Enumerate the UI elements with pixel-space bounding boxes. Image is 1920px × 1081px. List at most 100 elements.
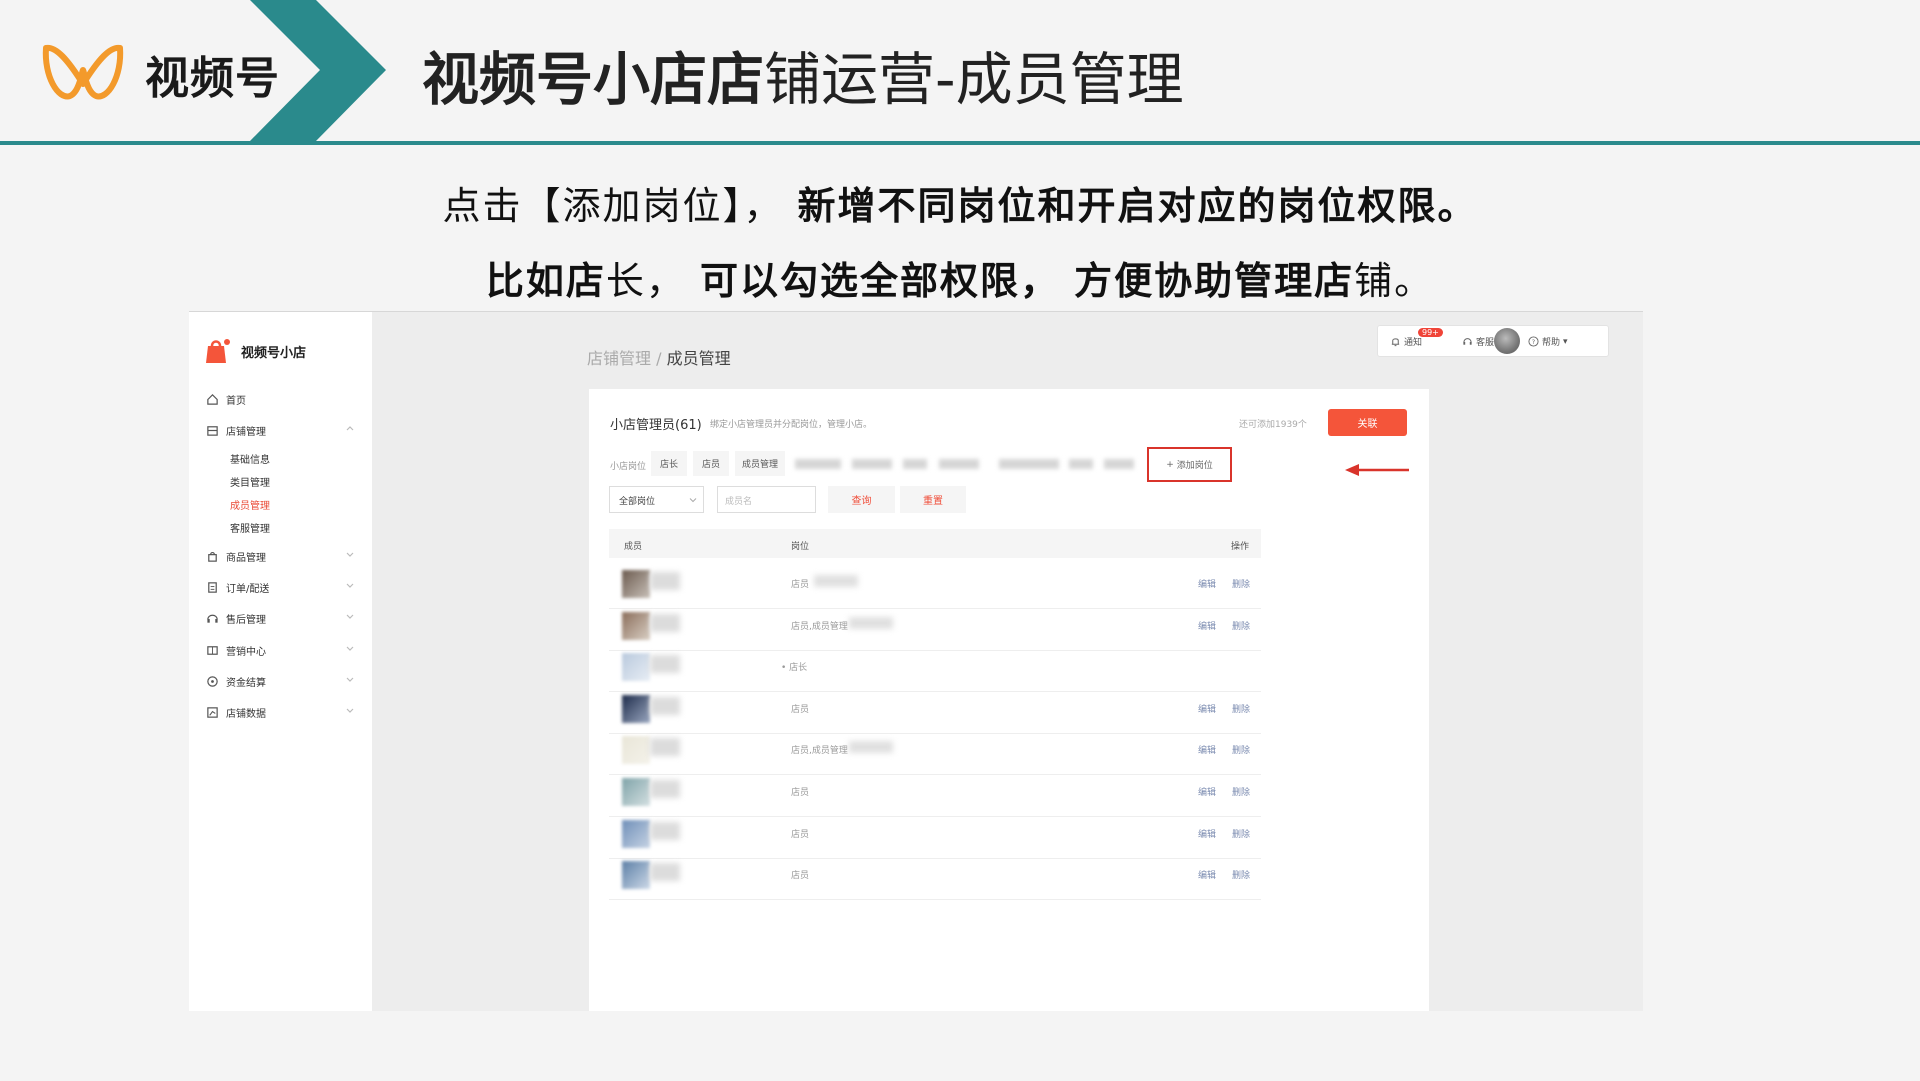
nav-products[interactable]: 商品管理: [205, 549, 355, 564]
nav-label: 营销中心: [226, 647, 266, 658]
role-tag-blurred[interactable]: [1104, 459, 1134, 469]
role-tag-blurred[interactable]: [939, 459, 979, 469]
delete-link[interactable]: 删除: [1232, 577, 1250, 590]
store-icon: [205, 424, 219, 438]
help-icon: ?: [1528, 336, 1539, 347]
instruction-line-1: 点击【添加岗位】， 新增不同岗位和开启对应的岗位权限。: [0, 175, 1920, 230]
role-tag-blurred[interactable]: [999, 459, 1059, 469]
associate-button[interactable]: 关联: [1328, 409, 1407, 436]
edit-link[interactable]: 编辑: [1198, 577, 1216, 590]
card-title: 小店管理员(61): [610, 418, 702, 433]
bag-icon: [205, 550, 219, 564]
edit-link[interactable]: 编辑: [1198, 785, 1216, 798]
chevron-down-icon: [346, 708, 354, 713]
edit-link[interactable]: 编辑: [1198, 743, 1216, 756]
member-role-blurred: [849, 616, 893, 629]
service-icon: [205, 612, 219, 626]
role-filter-value: 全部岗位: [619, 497, 656, 507]
help-label: 帮助: [1542, 338, 1561, 348]
role-tag-blurred[interactable]: [1069, 459, 1093, 469]
sub-item-customer-service[interactable]: 客服管理: [230, 520, 270, 535]
customer-service-button[interactable]: 客服: [1462, 335, 1494, 348]
breadcrumb: 店铺管理 / 成员管理: [587, 345, 731, 369]
arrow-left-icon: [1345, 464, 1409, 476]
chevron-down-icon: [346, 677, 354, 682]
main-area: 店铺管理 / 成员管理 通知 99+ 客服 ? 帮助 ▾ 小店管理员(61) 绑…: [372, 312, 1643, 1011]
role-tag-member-mgmt[interactable]: 成员管理: [735, 451, 785, 476]
nav-label: 店铺管理: [226, 427, 266, 438]
member-name-blurred: [650, 780, 680, 798]
edit-link[interactable]: 编辑: [1198, 619, 1216, 632]
nav-store-management[interactable]: 店铺管理: [205, 423, 355, 438]
nav-store-data[interactable]: 店铺数据: [205, 705, 355, 720]
member-role: 店员: [791, 580, 810, 590]
breadcrumb-separator: /: [656, 349, 662, 368]
nav-label: 首页: [226, 396, 246, 407]
instruction-text-bold: 新增不同岗位和开启对应的岗位权限。: [797, 184, 1478, 228]
table-row: 店员 编辑 删除: [609, 849, 1261, 901]
add-role-label: 添加岗位: [1176, 461, 1213, 471]
sub-item-basic-info[interactable]: 基础信息: [230, 451, 270, 466]
member-name-blurred: [650, 863, 680, 882]
nav-after-sales[interactable]: 售后管理: [205, 611, 355, 626]
nav-home[interactable]: 首页: [205, 392, 355, 407]
role-tag-blurred[interactable]: [795, 459, 841, 469]
edit-link[interactable]: 编辑: [1198, 827, 1216, 840]
member-role: 店员,成员管理: [791, 746, 848, 757]
delete-link[interactable]: 删除: [1232, 743, 1250, 756]
nav-funds[interactable]: 资金结算: [205, 674, 355, 689]
bell-icon: [1391, 338, 1400, 347]
delete-link[interactable]: 删除: [1232, 619, 1250, 632]
help-button[interactable]: ? 帮助 ▾: [1528, 335, 1568, 348]
money-icon: [205, 675, 219, 689]
user-avatar[interactable]: [1494, 328, 1520, 354]
headset-icon: [1463, 338, 1472, 345]
reset-button[interactable]: 重置: [900, 486, 966, 513]
delete-link[interactable]: 删除: [1232, 827, 1250, 840]
delete-link[interactable]: 删除: [1232, 868, 1250, 881]
member-role: 店员: [791, 788, 810, 798]
role-filter-select[interactable]: 全部岗位: [609, 486, 704, 513]
order-icon: [205, 581, 219, 595]
member-role: 店员: [791, 871, 810, 882]
instruction-text-bold: 方便协助管理: [1074, 259, 1315, 303]
chevron-decoration: [250, 0, 386, 141]
edit-link[interactable]: 编辑: [1198, 702, 1216, 715]
nav-label: 店铺数据: [226, 709, 266, 720]
card-description: 绑定小店管理员并分配岗位，管理小店。: [710, 420, 873, 430]
member-avatar: [622, 861, 650, 890]
role-tag-manager[interactable]: 店长: [651, 451, 687, 476]
sub-item-category[interactable]: 类目管理: [230, 474, 270, 489]
role-tag-blurred[interactable]: [903, 459, 927, 469]
notification-button[interactable]: 通知: [1390, 335, 1422, 348]
member-name-blurred: [650, 655, 680, 674]
nav-label: 订单/配送: [226, 584, 270, 595]
chevron-down-icon: [346, 614, 354, 619]
breadcrumb-parent[interactable]: 店铺管理: [587, 349, 651, 368]
edit-link[interactable]: 编辑: [1198, 868, 1216, 881]
home-icon: [205, 393, 219, 407]
role-tag-blurred[interactable]: [852, 459, 892, 469]
notification-label: 通知: [1404, 338, 1423, 348]
slide-title: 视频号小店店铺运营-成员管理: [422, 34, 1184, 116]
plus-icon: +: [1166, 459, 1174, 470]
sub-item-members[interactable]: 成员管理: [230, 497, 270, 512]
delete-link[interactable]: 删除: [1232, 702, 1250, 715]
embedded-screenshot: 视频号小店 首页 店铺管理 基础信息 类目管理 成员管理 客服管理 商品管理 订…: [189, 311, 1643, 1011]
add-role-button[interactable]: + 添加岗位: [1147, 447, 1232, 482]
delete-link[interactable]: 删除: [1232, 785, 1250, 798]
instruction-text: 点击【添加岗位】，: [442, 184, 784, 228]
nav-label: 资金结算: [226, 678, 266, 689]
top-toolbar: 通知 99+ 客服 ? 帮助 ▾: [1377, 325, 1609, 357]
instruction-text-bold: 比如: [485, 259, 566, 303]
member-role-blurred: [849, 741, 893, 754]
nav-marketing[interactable]: 营销中心: [205, 643, 355, 658]
nav-orders[interactable]: 订单/配送: [205, 580, 355, 595]
instruction-text-bold: 店: [1314, 259, 1355, 303]
query-button[interactable]: 查询: [828, 486, 895, 513]
chevron-down-icon: [689, 498, 697, 503]
svg-text:?: ?: [1532, 338, 1535, 346]
member-name-input[interactable]: 成员名: [717, 486, 816, 513]
role-tag-clerk[interactable]: 店员: [693, 451, 729, 476]
chart-icon: [205, 706, 219, 720]
